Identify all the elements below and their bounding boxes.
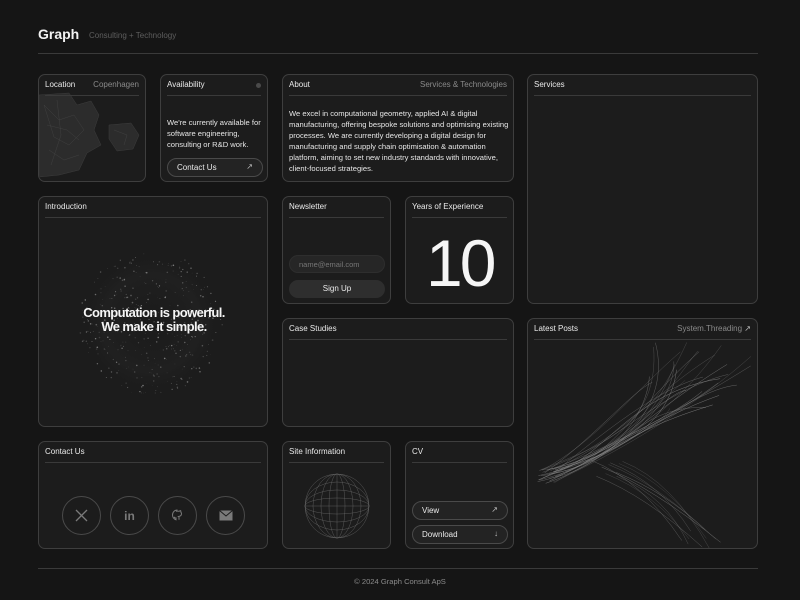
services-header: Services (534, 75, 751, 96)
case-studies-card: Case Studies (282, 318, 514, 427)
contact-us-button[interactable]: Contact Us ↗ (167, 158, 263, 177)
footer-copyright: © 2024 Graph Consult ApS (354, 577, 446, 586)
arrow-down-icon: ↓ (494, 529, 498, 538)
linkedin-icon[interactable]: in (110, 496, 149, 535)
availability-card: Availability We're currently available f… (160, 74, 268, 182)
case-studies-header: Case Studies (289, 319, 507, 340)
sign-up-button[interactable]: Sign Up (289, 280, 385, 298)
brand-logo[interactable]: Graph (38, 26, 79, 42)
status-indicator (256, 83, 261, 88)
arrow-up-right-icon: ↗ (491, 505, 498, 514)
arrow-up-right-icon: ↗ (744, 324, 751, 333)
cv-download-button[interactable]: Download ↓ (412, 525, 508, 544)
experience-title: Years of Experience (412, 202, 484, 211)
contact-card: Contact Us in (38, 441, 268, 549)
location-title: Location (45, 80, 76, 89)
availability-text: We're currently available for software e… (167, 118, 261, 149)
services-card: Services (527, 74, 758, 304)
cv-card: CV View ↗ Download ↓ (405, 441, 514, 549)
about-card: About Services & Technologies We excel i… (282, 74, 514, 182)
contact-header: Contact Us (45, 442, 261, 463)
about-header: About Services & Technologies (289, 75, 507, 96)
email-placeholder: name@email.com (299, 260, 360, 269)
cv-download-label: Download (422, 530, 458, 539)
availability-header: Availability (167, 75, 261, 96)
footer-divider (38, 568, 758, 569)
arrow-up-right-icon: ↗ (246, 162, 253, 171)
experience-card: Years of Experience 10 (405, 196, 514, 304)
cv-title: CV (412, 447, 424, 456)
newsletter-title: Newsletter (289, 202, 327, 211)
about-title: About (289, 80, 310, 89)
availability-title: Availability (167, 80, 205, 89)
case-studies-title: Case Studies (289, 324, 337, 333)
wireframe-globe-image (304, 473, 370, 539)
introduction-card: Introduction Computation is powerful. We… (38, 196, 268, 427)
latest-posts-card: Latest Posts System.Threading ↗ (527, 318, 758, 549)
site-info-card: Site Information (282, 441, 391, 549)
contact-us-label: Contact Us (177, 163, 217, 172)
tagline: Consulting + Technology (89, 31, 177, 40)
cv-view-button[interactable]: View ↗ (412, 501, 508, 520)
github-icon[interactable] (158, 496, 197, 535)
newsletter-header: Newsletter (289, 197, 384, 218)
latest-posts-header: Latest Posts System.Threading ↗ (534, 319, 751, 340)
services-technologies-link[interactable]: Services & Technologies (420, 80, 507, 89)
intro-headline-1: Computation is powerful. (83, 305, 225, 320)
experience-header: Years of Experience (412, 197, 507, 218)
location-card: Location Copenhagen (38, 74, 146, 182)
newsletter-card: Newsletter name@email.com Sign Up (282, 196, 391, 304)
latest-post-link[interactable]: System.Threading ↗ (677, 324, 751, 333)
location-header: Location Copenhagen (45, 75, 139, 96)
about-text: We excel in computational geometry, appl… (289, 109, 509, 173)
experience-value: 10 (426, 226, 496, 300)
intro-headline-2: We make it simple. (101, 319, 207, 334)
location-city: Copenhagen (93, 80, 139, 89)
email-input[interactable]: name@email.com (289, 255, 385, 273)
x-icon[interactable] (62, 496, 101, 535)
cv-view-label: View (422, 506, 440, 515)
site-header: Graph Consulting + Technology (38, 24, 758, 54)
contact-title: Contact Us (45, 447, 85, 456)
cv-header: CV (412, 442, 507, 463)
latest-post-title: System.Threading (677, 324, 743, 333)
thread-visualization-image (537, 342, 752, 548)
latest-posts-title: Latest Posts (534, 324, 579, 333)
services-title: Services (534, 80, 565, 89)
email-icon[interactable] (206, 496, 245, 535)
